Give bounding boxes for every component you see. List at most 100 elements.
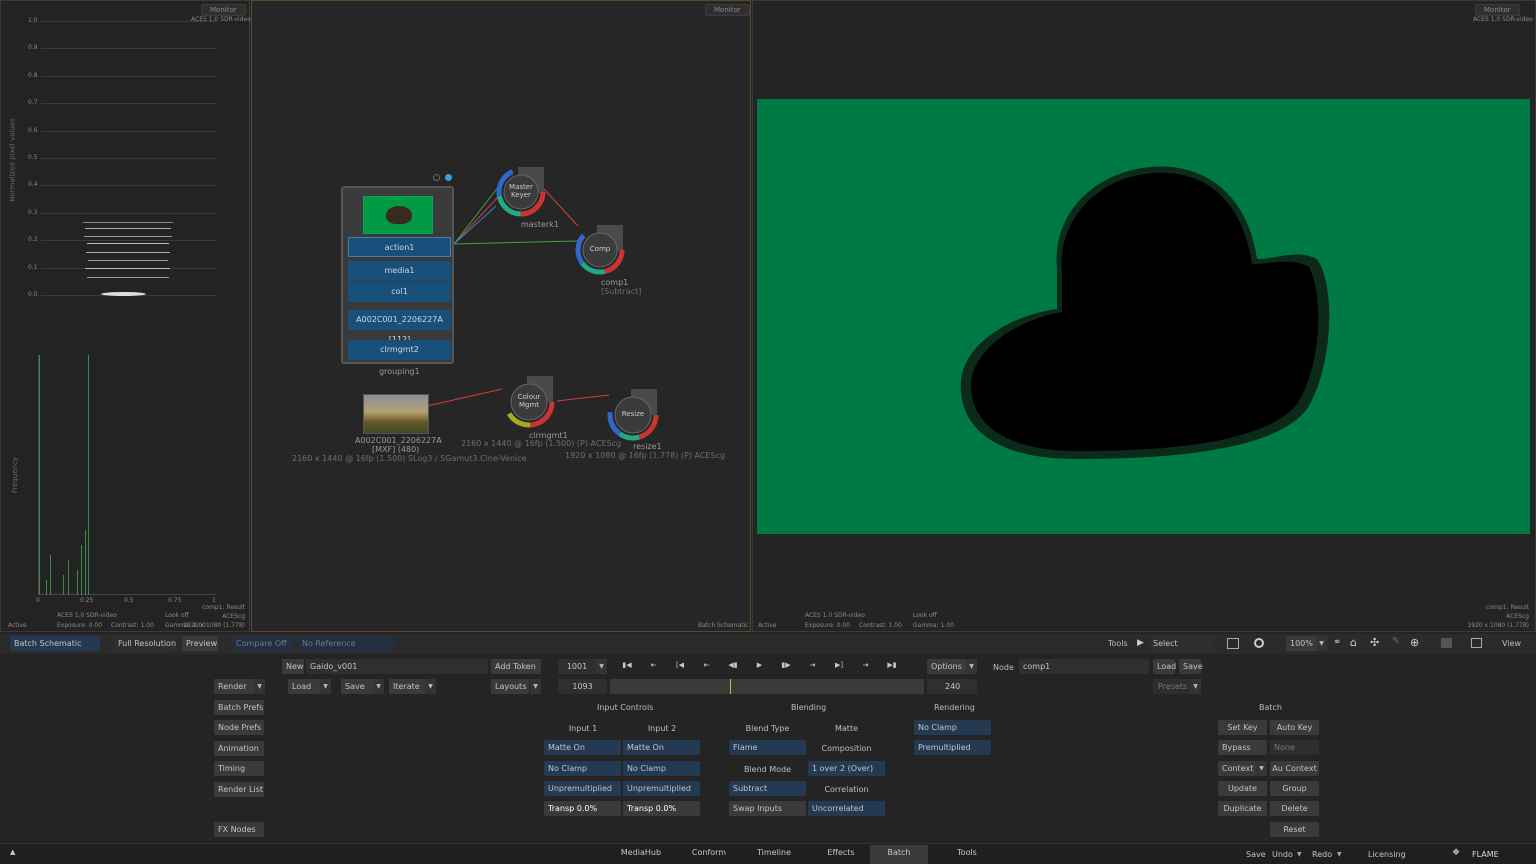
safe-area-icon[interactable] bbox=[1471, 638, 1482, 648]
layouts-button[interactable]: Layouts bbox=[491, 679, 529, 694]
step-forward-icon[interactable]: ⇥ bbox=[802, 661, 824, 673]
group-row[interactable]: col1 bbox=[348, 282, 451, 302]
group-button[interactable]: Group bbox=[1270, 781, 1319, 796]
group-row[interactable]: clrmgmt2 bbox=[348, 340, 451, 360]
monitor-button[interactable]: Monitor bbox=[201, 4, 246, 16]
out-point-icon[interactable]: ▶] bbox=[828, 661, 850, 673]
frame-field[interactable]: 1001 bbox=[558, 659, 596, 674]
left-menu-button[interactable]: Batch Prefs bbox=[214, 700, 264, 715]
blend-mode-select[interactable]: Subtract bbox=[729, 781, 806, 796]
input1-transparency[interactable]: Transp 0.0% bbox=[544, 801, 621, 816]
step-back-icon[interactable]: ⇤ bbox=[696, 661, 718, 673]
split-view-icon[interactable] bbox=[1227, 638, 1239, 649]
redo-button[interactable]: Redo bbox=[1312, 850, 1332, 859]
premultiplied-button[interactable]: Premultiplied bbox=[914, 740, 991, 755]
redo-dropdown-icon[interactable]: ▼ bbox=[1337, 851, 1342, 858]
input1-unpremultiplied[interactable]: Unpremultiplied bbox=[544, 781, 621, 796]
setup-name-field[interactable]: Gaido_v001 bbox=[306, 659, 488, 674]
layouts-dropdown-arrow[interactable]: ▼ bbox=[530, 679, 541, 694]
au-context-button[interactable]: Au Context bbox=[1270, 761, 1319, 776]
duration-field[interactable]: 240 bbox=[927, 679, 977, 694]
input2-unpremultiplied[interactable]: Unpremultiplied bbox=[623, 781, 700, 796]
options-dropdown-arrow[interactable]: ▼ bbox=[966, 659, 977, 674]
undo-button[interactable]: Undo bbox=[1272, 850, 1293, 859]
input2-no-clamp[interactable]: No Clamp bbox=[623, 761, 700, 776]
iterate-button[interactable]: Iterate bbox=[389, 679, 425, 694]
reverse-step-icon[interactable]: ◀▮ bbox=[722, 661, 744, 673]
zoom-select[interactable]: 100% bbox=[1286, 636, 1316, 651]
input2-transparency[interactable]: Transp 0.0% bbox=[623, 801, 700, 816]
input1-no-clamp[interactable]: No Clamp bbox=[544, 761, 621, 776]
timeline-scrubber[interactable] bbox=[610, 679, 924, 694]
tab-timeline[interactable]: Timeline bbox=[745, 845, 803, 864]
resize-node[interactable]: Resize bbox=[607, 389, 659, 441]
correlation-select[interactable]: Uncorrelated bbox=[808, 801, 885, 816]
group-row[interactable]: A002C001_2206227A [112] bbox=[348, 310, 451, 344]
save-button[interactable]: Save bbox=[341, 679, 373, 694]
blend-type-select[interactable]: Flame bbox=[729, 740, 806, 755]
input1-matte-on[interactable]: Matte On bbox=[544, 740, 621, 755]
crosshair-icon[interactable]: ⊕ bbox=[1410, 636, 1419, 649]
playhead[interactable] bbox=[730, 679, 731, 694]
tab-tools[interactable]: Tools bbox=[938, 845, 996, 864]
node-name-field[interactable]: comp1 bbox=[1019, 659, 1149, 674]
input2-matte-on[interactable]: Matte On bbox=[623, 740, 700, 755]
compare-button[interactable]: Compare Off bbox=[232, 636, 294, 651]
node-save-button[interactable]: Save bbox=[1179, 659, 1203, 674]
select-tool[interactable]: Select bbox=[1149, 636, 1213, 651]
full-resolution-button[interactable]: Full Resolution bbox=[114, 636, 176, 651]
tab-conform[interactable]: Conform bbox=[680, 845, 738, 864]
pan-icon[interactable]: ✣ bbox=[1370, 636, 1379, 649]
clip-node[interactable] bbox=[363, 394, 429, 434]
zoom-icon[interactable] bbox=[1254, 638, 1264, 648]
group-row[interactable]: action1 bbox=[348, 237, 451, 257]
auto-key-button[interactable]: Auto Key bbox=[1270, 720, 1319, 735]
undo-dropdown-icon[interactable]: ▼ bbox=[1297, 851, 1302, 858]
view-menu[interactable]: View bbox=[1502, 639, 1521, 648]
swap-inputs-button[interactable]: Swap Inputs bbox=[729, 801, 806, 816]
left-menu-button[interactable]: Animation bbox=[214, 740, 264, 756]
duplicate-button[interactable]: Duplicate bbox=[1218, 801, 1267, 816]
composition-select[interactable]: 1 over 2 (Over) bbox=[808, 761, 885, 776]
preview-button[interactable]: Preview bbox=[182, 636, 218, 651]
view-mode-select[interactable]: Batch Schematic bbox=[10, 636, 100, 651]
prev-key-icon[interactable]: ⇤ bbox=[643, 661, 665, 673]
update-button[interactable]: Update bbox=[1218, 781, 1267, 796]
load-dropdown-arrow[interactable]: ▼ bbox=[320, 679, 331, 694]
save-menu[interactable]: Save bbox=[1246, 850, 1266, 859]
forward-step-icon[interactable]: ▮▶ bbox=[775, 661, 797, 673]
iterate-dropdown-arrow[interactable]: ▼ bbox=[425, 679, 436, 694]
add-token-button[interactable]: Add Token bbox=[491, 659, 541, 674]
set-key-button[interactable]: Set Key bbox=[1218, 720, 1267, 735]
colour-mgmt-node[interactable]: Colour Mgmt bbox=[503, 376, 555, 428]
render-button[interactable]: Render bbox=[214, 679, 254, 694]
fx-nodes-button[interactable]: FX Nodes bbox=[214, 822, 264, 837]
group-row[interactable]: media1 bbox=[348, 261, 451, 281]
load-button[interactable]: Load bbox=[288, 679, 320, 694]
reference-select[interactable]: No Reference bbox=[298, 636, 394, 651]
zoom-dropdown-arrow[interactable]: ▼ bbox=[1316, 636, 1327, 651]
context-dropdown-arrow[interactable]: ▼ bbox=[1256, 761, 1267, 776]
next-key-icon[interactable]: ⇥ bbox=[855, 661, 877, 673]
comp-node[interactable]: Comp bbox=[575, 225, 625, 275]
bypass-button[interactable]: Bypass bbox=[1218, 740, 1267, 755]
presets-dropdown-arrow[interactable]: ▼ bbox=[1190, 679, 1201, 694]
delete-button[interactable]: Delete bbox=[1270, 801, 1319, 816]
play-icon[interactable]: ▶ bbox=[749, 661, 771, 673]
go-start-icon[interactable]: ▮◀ bbox=[616, 661, 638, 673]
overlay-icon[interactable] bbox=[1441, 638, 1452, 648]
context-button[interactable]: Context bbox=[1218, 761, 1256, 776]
viewer-panel[interactable]: Monitor ACES 1.0 SDR-video Active ACES 1… bbox=[752, 0, 1536, 632]
frame-dropdown-arrow[interactable]: ▼ bbox=[596, 659, 607, 674]
left-menu-button[interactable]: Node Prefs bbox=[214, 720, 264, 736]
schematic-panel[interactable]: Monitor Batch Schematic action1 media1 col… bbox=[251, 0, 751, 632]
licensing-button[interactable]: Licensing bbox=[1368, 850, 1406, 859]
new-button[interactable]: New bbox=[282, 659, 304, 674]
master-keyer-node[interactable]: Master Keyer bbox=[496, 167, 546, 217]
link-icon[interactable]: ⚭ bbox=[1333, 637, 1341, 648]
save-dropdown-arrow[interactable]: ▼ bbox=[373, 679, 384, 694]
left-menu-button[interactable]: Timing bbox=[214, 761, 264, 777]
in-point-icon[interactable]: [◀ bbox=[669, 661, 691, 673]
render-no-clamp[interactable]: No Clamp bbox=[914, 720, 991, 735]
render-dropdown-arrow[interactable]: ▼ bbox=[254, 679, 265, 694]
